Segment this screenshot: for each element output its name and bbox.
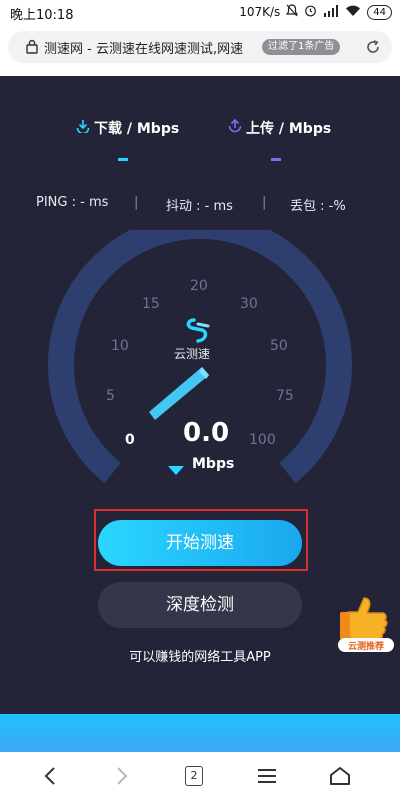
net-speed: 107K/s xyxy=(239,5,281,19)
download-icon xyxy=(76,118,90,137)
stat-separator: | xyxy=(134,195,139,210)
unit-dropdown-icon[interactable] xyxy=(168,461,184,480)
page-title[interactable]: 测速网 - 云测速在线网速测试,网速 xyxy=(44,38,258,57)
battery-indicator: 44 xyxy=(367,4,392,20)
deep-test-button[interactable]: 深度检测 xyxy=(98,582,302,628)
status-indicators: 107K/s 44 xyxy=(239,4,392,20)
upload-value xyxy=(271,158,281,161)
download-value xyxy=(118,158,128,161)
download-label: 下载 / Mbps xyxy=(94,121,180,137)
browser-nav-bar: 2 xyxy=(0,752,400,800)
upload-label: 上传 / Mbps xyxy=(246,121,332,137)
mute-icon xyxy=(286,4,299,20)
status-time: 晚上10:18 xyxy=(10,8,74,23)
promo-badge-label: 云测推荐 xyxy=(347,642,384,652)
wifi-icon xyxy=(345,5,361,20)
signal-icon xyxy=(323,4,339,20)
reload-icon[interactable] xyxy=(364,38,382,60)
gauge-tick-label: 50 xyxy=(270,338,288,354)
gauge-tick-label: 30 xyxy=(240,296,258,312)
gauge-needle xyxy=(149,367,209,420)
tab-count: 2 xyxy=(185,766,203,786)
gauge-tick-label: 15 xyxy=(142,296,160,312)
gauge-tick-label: 100 xyxy=(249,432,276,448)
gauge-tick-label: 5 xyxy=(106,388,115,404)
recommend-thumbs-up[interactable]: 云测推荐 xyxy=(336,594,396,660)
upload-icon xyxy=(228,118,242,137)
speed-unit[interactable]: Mbps xyxy=(192,456,234,472)
back-icon xyxy=(44,767,55,785)
home-icon xyxy=(330,767,350,785)
gauge-tick-label: 0 xyxy=(125,432,135,448)
gauge-tick-label: 75 xyxy=(276,388,294,404)
menu-button[interactable] xyxy=(251,762,283,790)
alarm-icon xyxy=(304,4,317,20)
home-button[interactable] xyxy=(324,762,356,790)
page-footer-band xyxy=(0,714,400,752)
app-logo-text: 云测速 xyxy=(174,347,211,361)
stat-separator: | xyxy=(262,195,267,210)
ad-filter-badge[interactable]: 过滤了1条广告 xyxy=(262,39,341,55)
packet-loss-stat: 丢包 : -% xyxy=(290,199,346,214)
jitter-stat: 抖动 : - ms xyxy=(166,199,233,214)
forward-button[interactable] xyxy=(106,762,138,790)
ping-stat: PING : - ms xyxy=(36,195,109,210)
forward-icon xyxy=(117,767,128,785)
status-bar: 晚上10:18 107K/s 44 xyxy=(0,0,400,26)
app-logo-icon xyxy=(180,318,220,348)
current-speed: 0.0 xyxy=(183,418,230,448)
gauge-tick-label: 20 xyxy=(190,278,208,294)
menu-icon xyxy=(258,769,276,783)
back-button[interactable] xyxy=(34,762,66,790)
address-bar[interactable]: 测速网 - 云测速在线网速测试,网速 过滤了1条广告 xyxy=(8,31,392,63)
lock-icon xyxy=(26,39,38,58)
tabs-button[interactable]: 2 xyxy=(178,762,210,790)
start-test-button[interactable]: 开始测速 xyxy=(98,520,302,566)
gauge-tick-label: 10 xyxy=(111,338,129,354)
